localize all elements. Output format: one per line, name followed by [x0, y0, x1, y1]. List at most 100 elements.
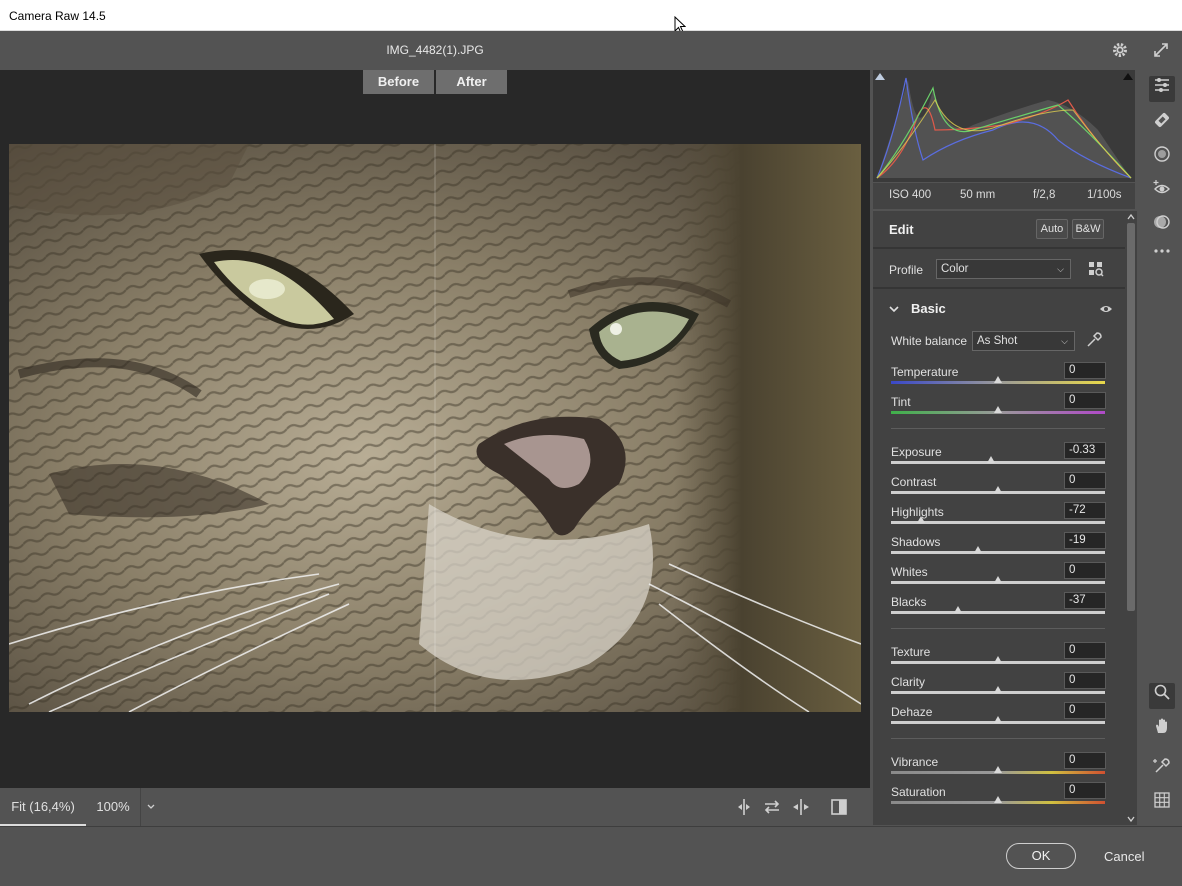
auto-button[interactable]: Auto [1036, 219, 1068, 239]
top-toolbar: IMG_4482(1).JPG [0, 31, 1182, 70]
shadows-value-input[interactable]: -19 [1064, 532, 1106, 549]
vibrance-label: Vibrance [891, 755, 939, 769]
before-button[interactable]: Before [363, 70, 434, 94]
chevron-down-icon: ⌵ [1057, 264, 1064, 274]
shadows-slider-thumb[interactable] [973, 546, 982, 553]
histogram [873, 70, 1135, 182]
exif-iso: ISO 400 [889, 189, 932, 201]
basic-section-title[interactable]: Basic [911, 301, 946, 316]
exposure-slider-thumb[interactable] [986, 456, 995, 463]
white-balance-select[interactable]: As Shot ⌵ [972, 331, 1075, 351]
vibrance-value-input[interactable]: 0 [1064, 752, 1106, 769]
section-divider [891, 428, 1105, 429]
edit-sliders-icon[interactable] [1149, 76, 1175, 102]
toggle-view-icon[interactable] [829, 798, 849, 821]
vibrance-slider-row: Vibrance 0 [873, 752, 1125, 785]
zoom-tool-icon[interactable] [1149, 683, 1175, 709]
profile-browser-icon[interactable] [1088, 261, 1104, 277]
more-options-icon[interactable] [1149, 242, 1175, 268]
shadows-slider-track[interactable] [891, 551, 1105, 554]
temperature-slider-thumb[interactable] [994, 376, 1002, 383]
basic-collapse-chevron-icon[interactable] [889, 303, 899, 313]
edit-panel-scrollbar[interactable] [1125, 211, 1137, 825]
color-sampler-icon[interactable] [1149, 757, 1175, 783]
hand-tool-icon[interactable] [1149, 717, 1175, 743]
zoom-fit-button[interactable]: Fit (16,4%) [0, 788, 86, 826]
whites-value-input[interactable]: 0 [1064, 562, 1106, 579]
zoom-dropdown-chevron-icon[interactable] [140, 788, 160, 826]
texture-slider-row: Texture 0 [873, 642, 1125, 675]
exposure-slider-track[interactable] [891, 461, 1105, 464]
whites-slider-thumb[interactable] [994, 576, 1002, 583]
tint-slider-thumb[interactable] [994, 406, 1002, 413]
exposure-slider-row: Exposure -0.33 [873, 442, 1125, 475]
zoom-100-button[interactable]: 100% [86, 788, 140, 826]
exif-info: ISO 400 50 mm f/2,8 1/100s [873, 183, 1135, 209]
highlights-slider-row: Highlights -72 [873, 502, 1125, 535]
whites-label: Whites [891, 565, 928, 579]
white-balance-value: As Shot [977, 335, 1018, 347]
saturation-label: Saturation [891, 785, 946, 799]
exposure-label: Exposure [891, 445, 942, 459]
highlights-value-input[interactable]: -72 [1064, 502, 1106, 519]
blacks-label: Blacks [891, 595, 927, 609]
blacks-value-input[interactable]: -37 [1064, 592, 1106, 609]
contrast-value-input[interactable]: 0 [1064, 472, 1106, 489]
exposure-value-input[interactable]: -0.33 [1064, 442, 1106, 459]
tint-slider-row: Tint 0 [873, 392, 1125, 425]
right-panel: ISO 400 50 mm f/2,8 1/100s Edit Auto B&W… [870, 70, 1142, 826]
profile-value: Color [941, 263, 969, 275]
healing-brush-icon[interactable] [1149, 111, 1175, 137]
swap-settings-icon[interactable] [762, 798, 782, 821]
photo-preview[interactable] [9, 144, 861, 712]
contrast-slider-row: Contrast 0 [873, 472, 1125, 505]
saturation-slider-thumb[interactable] [994, 796, 1002, 803]
temperature-label: Temperature [891, 365, 959, 379]
before-after-cycle-icon[interactable] [735, 798, 755, 821]
saturation-slider-row: Saturation 0 [873, 782, 1125, 815]
dialog-footer: OK Cancel [0, 826, 1182, 886]
masking-icon[interactable] [1149, 145, 1175, 171]
dehaze-slider-row: Dehaze 0 [873, 702, 1125, 735]
dehaze-value-input[interactable]: 0 [1064, 702, 1106, 719]
profile-select[interactable]: Color ⌵ [936, 259, 1071, 279]
bw-button[interactable]: B&W [1072, 219, 1104, 239]
image-canvas[interactable]: Before After [0, 70, 870, 788]
clarity-slider-row: Clarity 0 [873, 672, 1125, 705]
tint-label: Tint [891, 395, 911, 409]
section-divider [891, 738, 1105, 739]
window-title: Camera Raw 14.5 [9, 9, 106, 23]
ok-button[interactable]: OK [1006, 843, 1076, 869]
temperature-value-input[interactable]: 0 [1064, 362, 1106, 379]
grid-overlay-icon[interactable] [1149, 791, 1175, 817]
presets-icon[interactable] [1149, 213, 1175, 239]
clarity-value-input[interactable]: 0 [1064, 672, 1106, 689]
highlights-slider-thumb[interactable] [916, 516, 925, 523]
tint-value-input[interactable]: 0 [1064, 392, 1106, 409]
edit-title: Edit [889, 222, 914, 237]
blacks-slider-thumb[interactable] [954, 606, 963, 613]
texture-slider-thumb[interactable] [994, 656, 1002, 663]
window-titlebar: Camera Raw 14.5 [0, 0, 1182, 34]
red-eye-icon[interactable] [1149, 179, 1175, 205]
clarity-slider-thumb[interactable] [994, 686, 1002, 693]
fullscreen-icon[interactable] [1152, 41, 1170, 59]
scrollbar-thumb[interactable] [1127, 223, 1135, 611]
eyedropper-icon[interactable] [1085, 331, 1103, 349]
copy-settings-icon[interactable] [791, 798, 811, 821]
edit-panel: Edit Auto B&W Profile Color ⌵ Basic Whit… [873, 211, 1125, 825]
vibrance-slider-thumb[interactable] [994, 766, 1002, 773]
contrast-slider-thumb[interactable] [994, 486, 1002, 493]
gear-icon[interactable] [1111, 41, 1129, 59]
cancel-button[interactable]: Cancel [1104, 849, 1144, 864]
white-balance-label: White balance [891, 334, 968, 348]
saturation-value-input[interactable]: 0 [1064, 782, 1106, 799]
texture-value-input[interactable]: 0 [1064, 642, 1106, 659]
whites-slider-row: Whites 0 [873, 562, 1125, 595]
eye-icon[interactable] [1099, 303, 1113, 313]
temperature-slider-row: Temperature 0 [873, 362, 1125, 395]
after-button[interactable]: After [436, 70, 507, 94]
blacks-slider-track[interactable] [891, 611, 1105, 614]
dehaze-slider-thumb[interactable] [994, 716, 1002, 723]
shadows-label: Shadows [891, 535, 941, 549]
